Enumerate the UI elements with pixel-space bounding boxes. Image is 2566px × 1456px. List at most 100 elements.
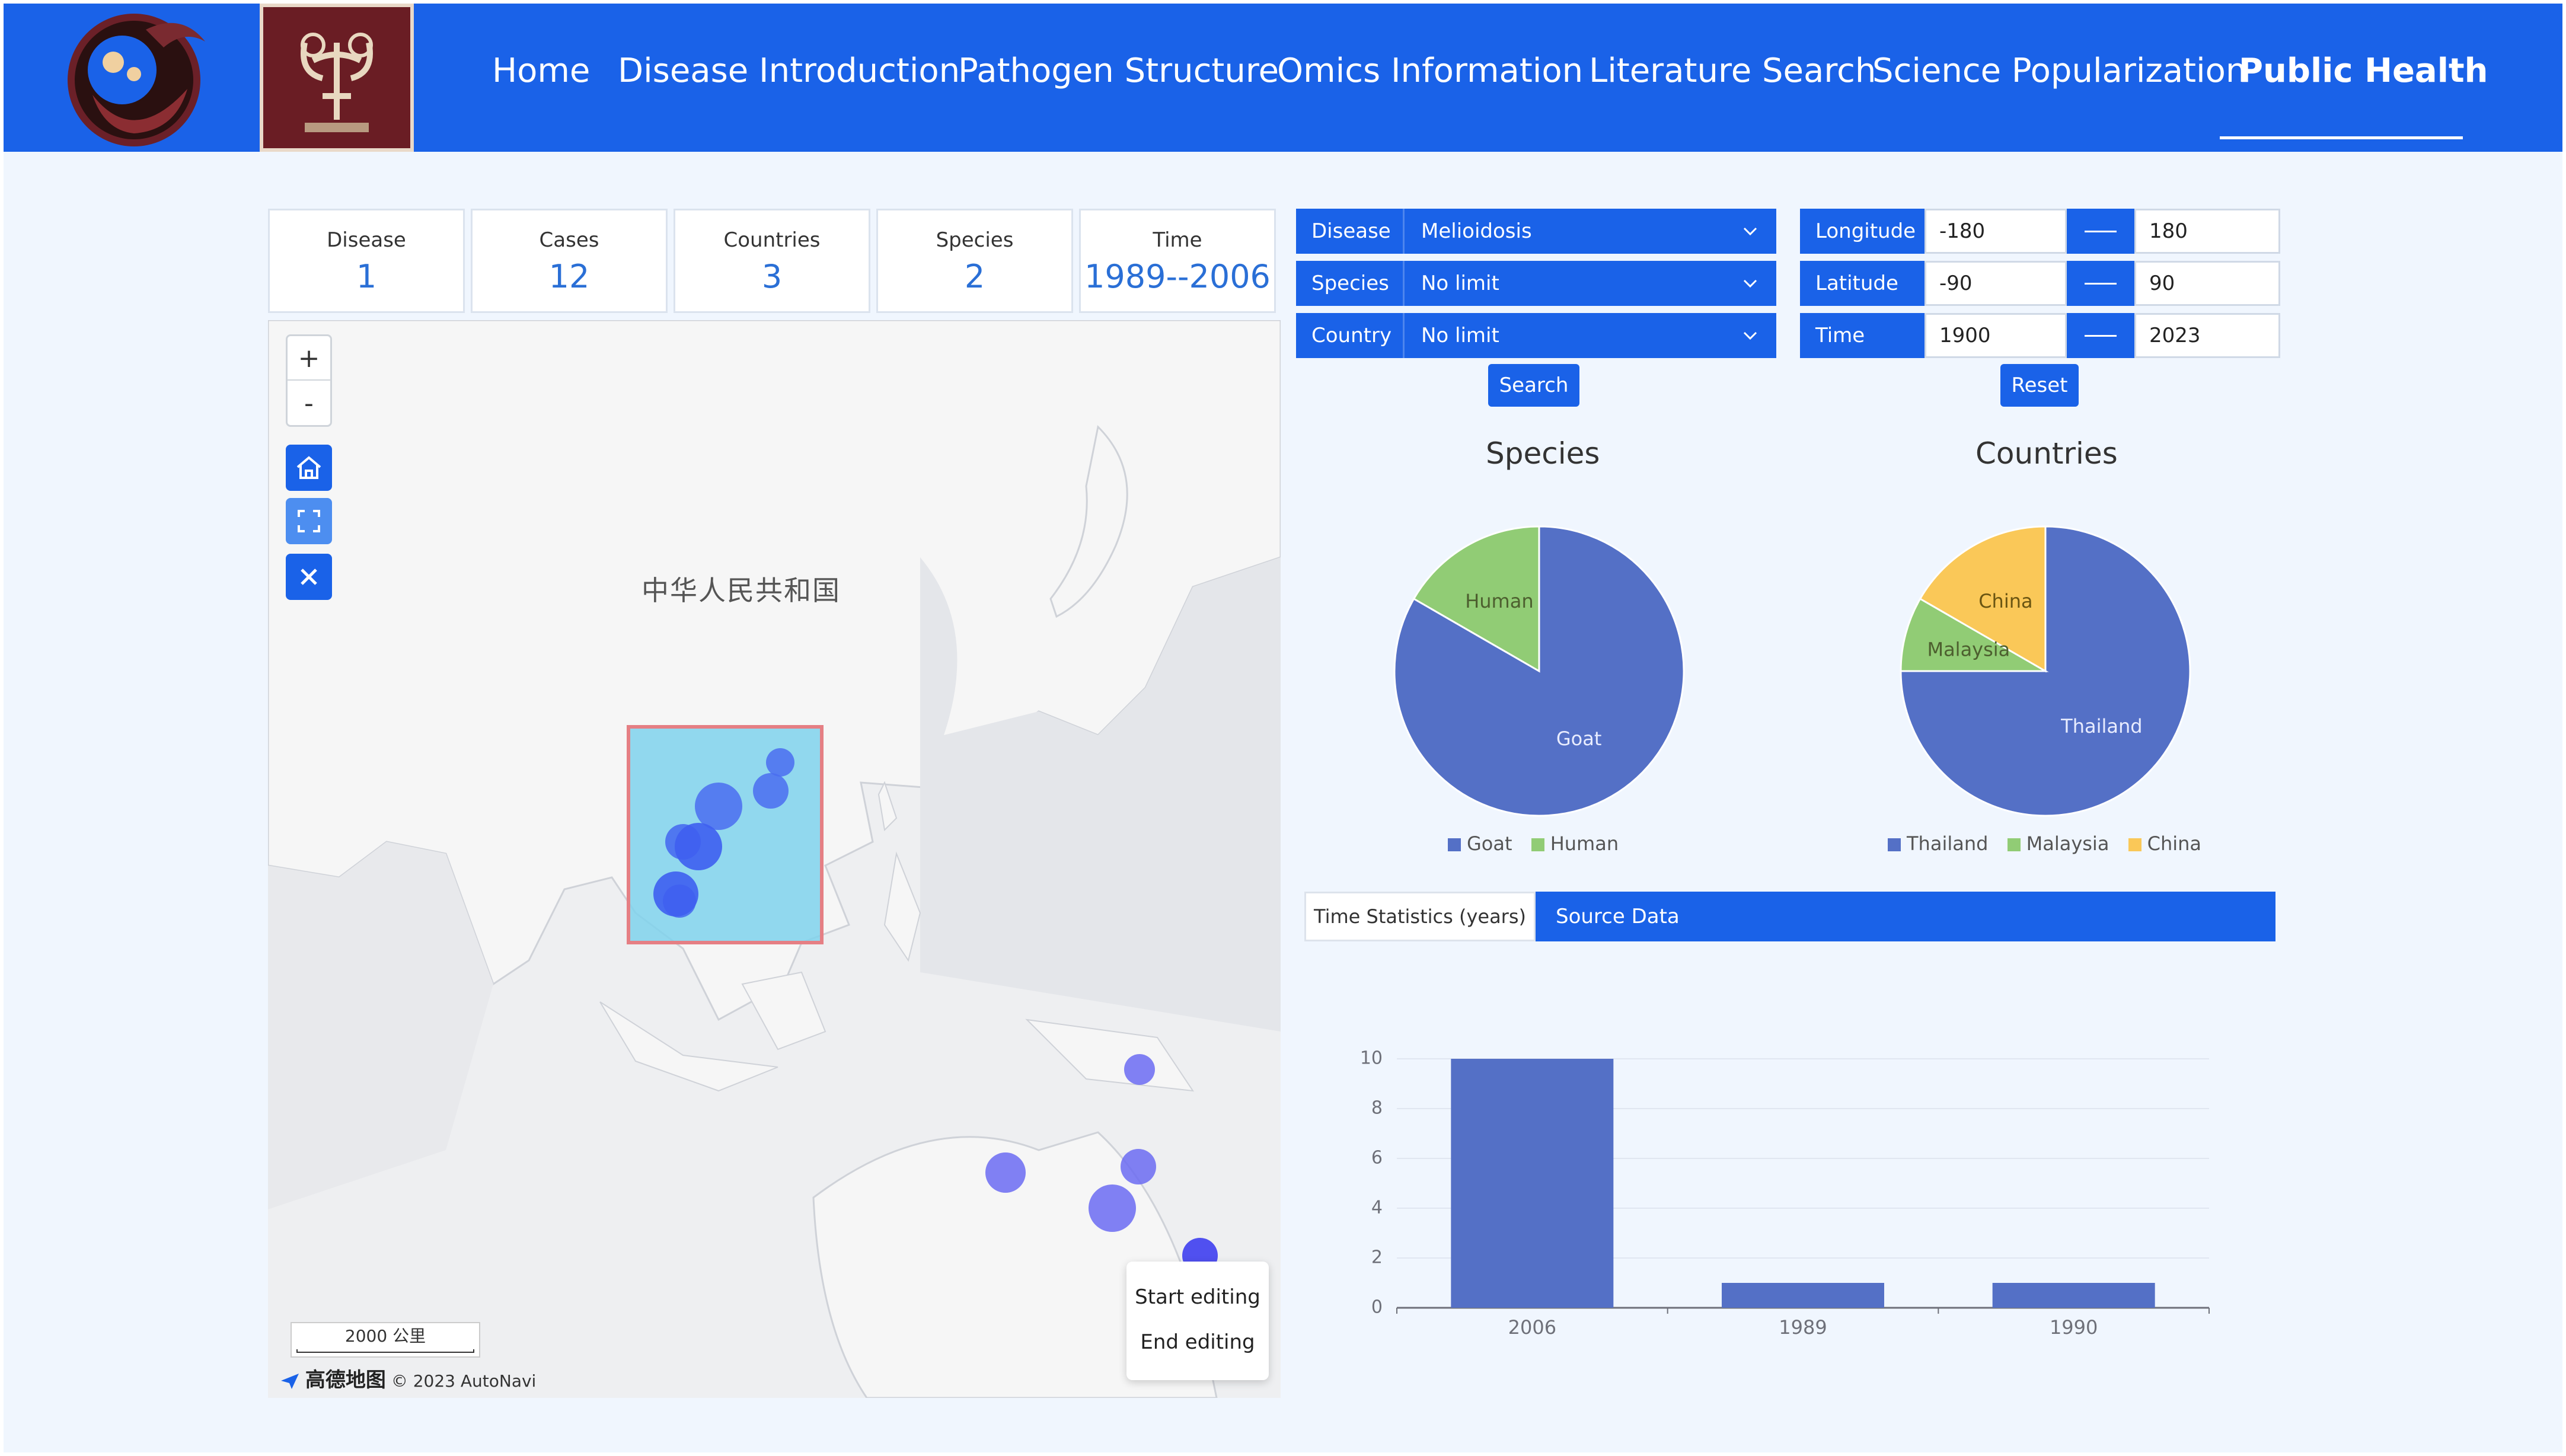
map-base-layer bbox=[268, 320, 1281, 1398]
longitude-min-input[interactable]: -180 bbox=[1924, 209, 2067, 254]
map-brand: 高德地图 bbox=[305, 1368, 386, 1392]
tab-source-data[interactable]: Source Data bbox=[1556, 892, 1680, 941]
bar-1989[interactable] bbox=[1722, 1283, 1884, 1308]
disease-select-value: Melioidosis bbox=[1421, 219, 1532, 243]
legend-label: Human bbox=[1550, 832, 1619, 855]
pie-label-malaysia: Malaysia bbox=[1927, 638, 2010, 660]
map-fullscreen-button[interactable] bbox=[286, 498, 332, 544]
time-max-input[interactable]: 2023 bbox=[2134, 313, 2280, 358]
legend-swatch bbox=[2128, 838, 2141, 851]
bar-2006[interactable] bbox=[1451, 1059, 1614, 1308]
institute-logo[interactable] bbox=[260, 4, 414, 152]
map-scale: 2000 公里 bbox=[291, 1322, 480, 1358]
nav-pathogen-structure[interactable]: Pathogen Structure bbox=[958, 50, 1279, 92]
pie-label-thailand: Thailand bbox=[2060, 715, 2142, 737]
legend-item-human[interactable]: Human bbox=[1531, 832, 1619, 855]
amap-logo-icon bbox=[281, 1374, 299, 1389]
country-select[interactable]: No limit bbox=[1403, 313, 1776, 358]
stat-label: Disease bbox=[327, 228, 406, 252]
chevron-down-icon bbox=[1743, 279, 1757, 288]
disease-select[interactable]: Melioidosis bbox=[1403, 209, 1776, 254]
reset-button[interactable]: Reset bbox=[2000, 364, 2079, 407]
nav-public-health[interactable]: Public Health bbox=[2239, 50, 2488, 92]
stat-value: 1989--2006 bbox=[1084, 258, 1271, 295]
nav-literature-search[interactable]: Literature Search bbox=[1589, 50, 1876, 92]
zoom-in-button[interactable]: + bbox=[288, 336, 330, 381]
start-editing-button[interactable]: Start editing bbox=[1126, 1285, 1269, 1309]
map-scale-text: 2000 公里 bbox=[344, 1326, 426, 1346]
range-separator bbox=[2067, 261, 2134, 306]
map-home-button[interactable] bbox=[286, 445, 332, 491]
countries-chart-title: Countries bbox=[1975, 436, 2118, 471]
zoom-out-button[interactable]: - bbox=[288, 381, 330, 426]
tab-time-statistics[interactable]: Time Statistics (years) bbox=[1304, 892, 1536, 941]
y-tick-label: 8 bbox=[1371, 1098, 1383, 1119]
nav-science-popularization[interactable]: Science Popularization bbox=[1872, 50, 2246, 92]
stat-card-cases: Cases 12 bbox=[471, 209, 668, 313]
pie-label-goat: Goat bbox=[1556, 727, 1602, 750]
stat-card-countries: Countries 3 bbox=[674, 209, 870, 313]
nav-home[interactable]: Home bbox=[492, 50, 590, 92]
species-select-value: No limit bbox=[1421, 272, 1499, 295]
time-statistics-bar-chart: 0 2 4 6 8 10 2006 1989 1990 bbox=[1360, 1048, 2210, 1339]
legend-label: Goat bbox=[1467, 832, 1512, 855]
app-frame: Home Disease Introduction Pathogen Struc… bbox=[4, 4, 2562, 1452]
latitude-min-input[interactable]: -90 bbox=[1924, 261, 2067, 306]
latitude-filter-label: Latitude bbox=[1800, 261, 1924, 306]
legend-item-malaysia[interactable]: Malaysia bbox=[2007, 832, 2109, 855]
y-tick-label: 10 bbox=[1360, 1048, 1383, 1069]
range-separator bbox=[2067, 209, 2134, 254]
map-country-label: 中华人民共和国 bbox=[642, 574, 841, 606]
x-tick-label: 2006 bbox=[1508, 1316, 1556, 1339]
pie-label-china: China bbox=[1978, 590, 2032, 612]
close-icon bbox=[301, 569, 317, 585]
end-editing-button[interactable]: End editing bbox=[1126, 1330, 1269, 1354]
legend-label: Malaysia bbox=[2026, 832, 2109, 855]
latitude-max-input[interactable]: 90 bbox=[2134, 261, 2280, 306]
bar-1990[interactable] bbox=[1992, 1283, 2155, 1308]
legend-item-china[interactable]: China bbox=[2128, 832, 2201, 855]
search-button[interactable]: Search bbox=[1488, 364, 1579, 407]
stat-label: Species bbox=[936, 228, 1014, 252]
legend-swatch bbox=[1448, 838, 1461, 851]
stat-card-disease: Disease 1 bbox=[268, 209, 465, 313]
fullscreen-icon bbox=[298, 510, 320, 532]
stat-label: Countries bbox=[723, 228, 821, 252]
site-logo[interactable] bbox=[57, 6, 217, 151]
x-tick-label: 1990 bbox=[2050, 1316, 2098, 1339]
countries-legend: Thailand Malaysia China bbox=[1888, 832, 2214, 855]
x-tick-label: 1989 bbox=[1779, 1316, 1827, 1339]
stat-label: Cases bbox=[539, 228, 599, 252]
y-tick-label: 4 bbox=[1371, 1198, 1383, 1218]
map-attribution: 高德地图 © 2023 AutoNavi bbox=[280, 1364, 536, 1393]
nav-omics-information[interactable]: Omics Information bbox=[1277, 50, 1583, 92]
time-min-input[interactable]: 1900 bbox=[1924, 313, 2067, 358]
countries-pie-chart: Thailand Malaysia China bbox=[1900, 525, 2191, 817]
nav-disease-introduction[interactable]: Disease Introduction bbox=[618, 50, 960, 92]
case-map[interactable]: + - 中华人民共和国 2000 公里 高德地图 © 2023 AutoNavi… bbox=[268, 320, 1281, 1398]
map-clear-selection-button[interactable] bbox=[286, 554, 332, 600]
country-select-value: No limit bbox=[1421, 324, 1499, 347]
disease-filter-label: Disease bbox=[1296, 209, 1403, 254]
legend-swatch bbox=[1531, 838, 1544, 851]
y-tick-label: 6 bbox=[1371, 1148, 1383, 1168]
legend-item-goat[interactable]: Goat bbox=[1448, 832, 1512, 855]
longitude-max-input[interactable]: 180 bbox=[2134, 209, 2280, 254]
stat-value: 2 bbox=[964, 258, 985, 295]
legend-label: Thailand bbox=[1907, 832, 1989, 855]
zoom-control: + - bbox=[286, 334, 332, 427]
chevron-down-icon bbox=[1743, 331, 1757, 340]
species-select[interactable]: No limit bbox=[1403, 261, 1776, 306]
longitude-filter-label: Longitude bbox=[1800, 209, 1924, 254]
top-navbar: Home Disease Introduction Pathogen Struc… bbox=[4, 4, 2562, 152]
map-copyright: © 2023 AutoNavi bbox=[391, 1371, 537, 1391]
legend-item-thailand[interactable]: Thailand bbox=[1888, 832, 1988, 855]
country-filter-label: Country bbox=[1296, 313, 1403, 358]
stat-value: 12 bbox=[548, 258, 590, 295]
species-pie-chart: Goat Human bbox=[1393, 525, 1685, 817]
legend-swatch bbox=[1888, 838, 1901, 851]
stat-value: 3 bbox=[761, 258, 783, 295]
y-tick-label: 0 bbox=[1371, 1297, 1383, 1318]
map-scale-bar bbox=[296, 1349, 474, 1353]
stat-card-time: Time 1989--2006 bbox=[1079, 209, 1276, 313]
